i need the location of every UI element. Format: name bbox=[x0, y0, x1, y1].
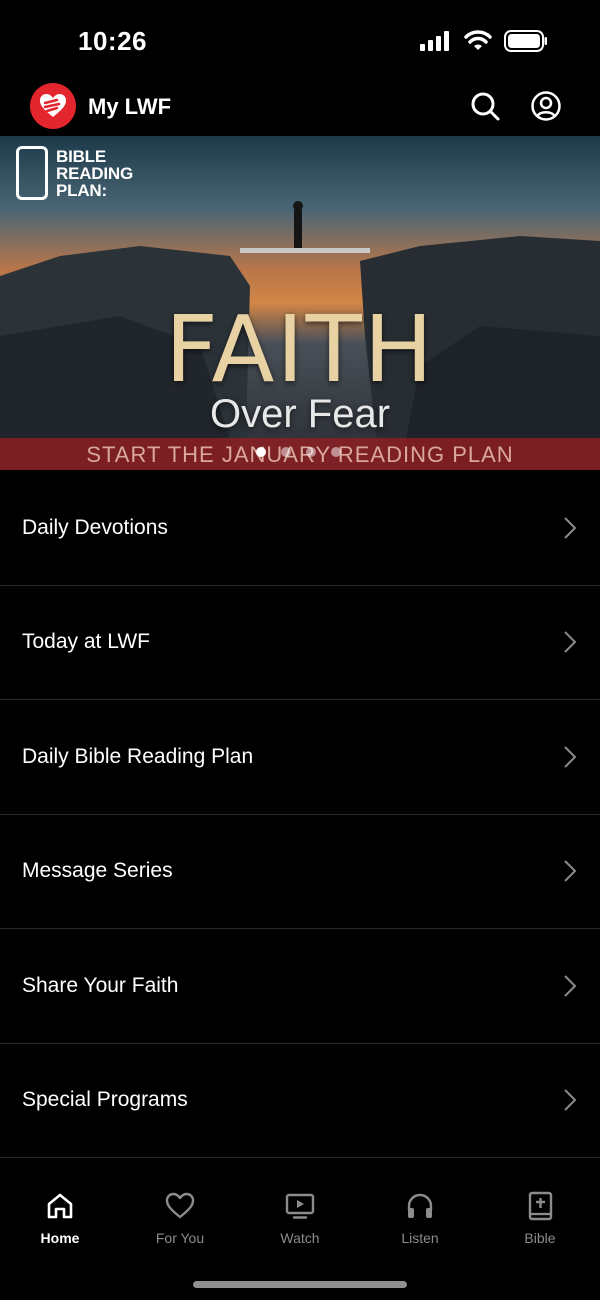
tab-for-you[interactable]: For You bbox=[120, 1190, 240, 1260]
heart-logo-icon bbox=[40, 94, 66, 117]
home-icon bbox=[47, 1193, 73, 1219]
carousel-dot[interactable] bbox=[331, 447, 341, 457]
screen: 10:26 My LWF BIBLE READING PLAN: FAITH O… bbox=[0, 0, 600, 1300]
banner-subtitle: Over Fear bbox=[209, 392, 391, 436]
headphones-icon bbox=[407, 1193, 433, 1218]
heart-icon bbox=[165, 1192, 195, 1219]
menu-item-today-at-lwf[interactable]: Today at LWF bbox=[0, 586, 600, 700]
tab-watch[interactable]: Watch bbox=[240, 1190, 360, 1260]
menu-item-label: Today at LWF bbox=[22, 630, 150, 654]
status-time: 10:26 bbox=[78, 26, 147, 56]
menu-list: Daily Devotions Today at LWF Daily Bible… bbox=[0, 471, 600, 1158]
tab-bar: Home For You Watch Listen Bible bbox=[0, 1160, 600, 1300]
status-icons bbox=[420, 30, 548, 52]
app-header: My LWF bbox=[0, 80, 600, 136]
tab-listen[interactable]: Listen bbox=[360, 1190, 480, 1260]
app-title: My LWF bbox=[88, 94, 172, 119]
carousel-dot[interactable] bbox=[306, 447, 316, 457]
chevron-right-icon bbox=[564, 1089, 577, 1111]
menu-item-message-series[interactable]: Message Series bbox=[0, 815, 600, 929]
phone-icon bbox=[16, 146, 48, 200]
carousel-dot[interactable] bbox=[281, 447, 291, 457]
banner-plan-label: BIBLE READING PLAN: bbox=[56, 147, 133, 200]
home-indicator bbox=[193, 1281, 407, 1288]
profile-icon[interactable] bbox=[530, 90, 562, 122]
menu-item-label: Daily Bible Reading Plan bbox=[22, 744, 254, 768]
tab-label: Bible bbox=[524, 1230, 556, 1246]
status-bar: 10:26 bbox=[0, 0, 600, 80]
tab-label: Home bbox=[40, 1230, 80, 1246]
chevron-right-icon bbox=[564, 517, 577, 539]
menu-item-special-programs[interactable]: Special Programs bbox=[0, 1044, 600, 1158]
banner-title: FAITH bbox=[165, 296, 435, 403]
chevron-right-icon bbox=[564, 975, 577, 997]
tab-label: Listen bbox=[401, 1230, 439, 1246]
signal-icon bbox=[420, 31, 449, 51]
search-icon[interactable] bbox=[469, 90, 501, 122]
menu-item-label: Share Your Faith bbox=[22, 973, 179, 997]
tab-label: Watch bbox=[280, 1230, 320, 1246]
carousel-dot[interactable] bbox=[256, 447, 266, 457]
carousel-dots bbox=[256, 447, 341, 457]
tab-label: For You bbox=[155, 1230, 205, 1246]
lwf-logo[interactable] bbox=[30, 83, 76, 129]
menu-item-share-your-faith[interactable]: Share Your Faith bbox=[0, 929, 600, 1044]
menu-item-label: Message Series bbox=[22, 859, 173, 883]
tab-home[interactable]: Home bbox=[0, 1190, 120, 1260]
featured-banner[interactable]: BIBLE READING PLAN: FAITH Over Fear STAR… bbox=[0, 136, 600, 470]
chevron-right-icon bbox=[564, 860, 577, 882]
tv-play-icon bbox=[285, 1193, 315, 1219]
chevron-right-icon bbox=[564, 631, 577, 653]
book-plus-icon bbox=[528, 1191, 553, 1221]
battery-icon bbox=[504, 30, 547, 52]
menu-item-label: Daily Devotions bbox=[22, 515, 168, 539]
menu-item-daily-bible-reading-plan[interactable]: Daily Bible Reading Plan bbox=[0, 700, 600, 815]
menu-item-label: Special Programs bbox=[22, 1088, 188, 1112]
tab-bible[interactable]: Bible bbox=[480, 1190, 600, 1260]
menu-item-daily-devotions[interactable]: Daily Devotions bbox=[0, 471, 600, 586]
wifi-icon bbox=[464, 30, 492, 50]
chevron-right-icon bbox=[564, 746, 577, 768]
